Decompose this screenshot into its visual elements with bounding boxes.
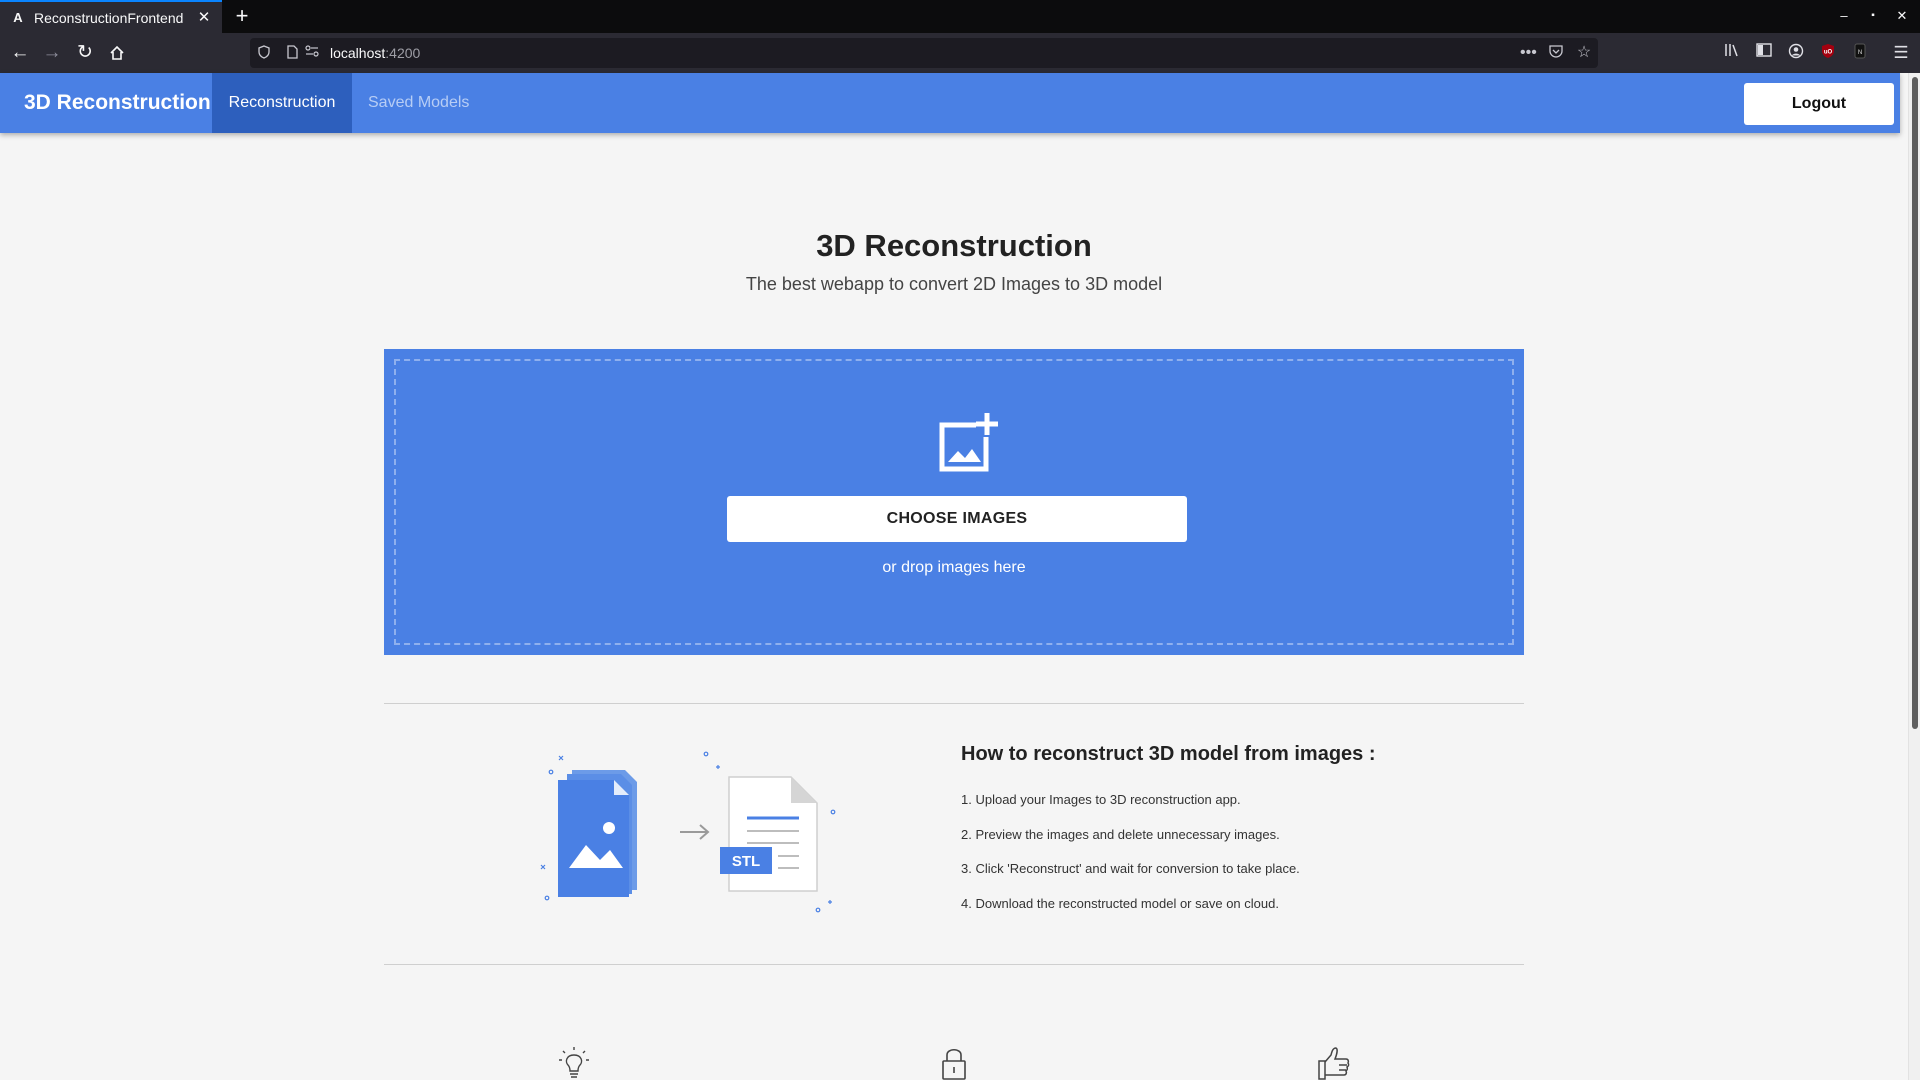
howto-title: How to reconstruct 3D model from images …: [961, 743, 1376, 765]
app-header: 3D Reconstruction Reconstruction Saved M…: [0, 73, 1900, 133]
page-subtitle: The best webapp to convert 2D Images to …: [745, 274, 1163, 294]
page-title: 3D Reconstruction: [816, 228, 1092, 263]
drop-images-hint: or drop images here: [882, 559, 1026, 576]
more-actions-icon[interactable]: •••: [1520, 45, 1537, 61]
menu-icon[interactable]: ☰: [1891, 43, 1911, 63]
section-divider: [384, 703, 1524, 704]
angular-favicon-icon: A: [13, 9, 23, 25]
library-icon[interactable]: [1722, 43, 1742, 63]
nav-saved-models[interactable]: Saved Models: [352, 73, 485, 133]
close-tab-icon[interactable]: ✕: [192, 6, 216, 30]
svg-text:uO: uO: [1824, 50, 1833, 56]
dropzone-border: CHOOSE IMAGES or drop images here: [394, 359, 1514, 645]
howto-step: 2. Preview the images and delete unneces…: [961, 826, 1280, 842]
nav-reconstruction[interactable]: Reconstruction: [212, 73, 352, 133]
url-port: :4200: [385, 45, 421, 61]
bookmark-star-icon[interactable]: ☆: [1576, 45, 1592, 61]
page-scrollbar[interactable]: [1908, 73, 1920, 1080]
browser-tab-bar: A ReconstructionFrontend ✕ + – ▪ ✕: [0, 0, 1920, 33]
page-icon: [284, 45, 300, 61]
extension-icon[interactable]: N: [1850, 43, 1870, 63]
url-text: localhost:4200: [330, 45, 420, 61]
browser-toolbar: ← → ↻ localhost:4200 ••• ☆ uO N ☰: [0, 33, 1920, 73]
permissions-icon[interactable]: [304, 45, 320, 61]
home-icon[interactable]: [103, 39, 131, 67]
sidebar-icon[interactable]: [1754, 43, 1774, 63]
browser-tab[interactable]: A ReconstructionFrontend ✕: [0, 0, 222, 33]
howto-step: 4. Download the reconstructed model or s…: [961, 895, 1279, 911]
scrollbar-thumb[interactable]: [1912, 77, 1918, 729]
account-icon[interactable]: [1786, 43, 1806, 63]
image-dropzone[interactable]: CHOOSE IMAGES or drop images here: [384, 349, 1524, 655]
add-image-icon: [939, 413, 998, 472]
section-divider: [384, 964, 1524, 965]
back-icon[interactable]: ←: [6, 39, 34, 67]
stl-label: STL: [732, 853, 760, 870]
pocket-icon[interactable]: [1548, 45, 1564, 61]
howto-step: 1. Upload your Images to 3D reconstructi…: [961, 792, 1241, 807]
forward-icon[interactable]: →: [38, 39, 66, 67]
shield-icon[interactable]: [256, 45, 272, 61]
howto-steps: 1. Upload your Images to 3D reconstructi…: [961, 792, 1300, 930]
url-host: localhost: [330, 45, 386, 61]
howto-step: 3. Click 'Reconstruct' and wait for conv…: [961, 861, 1300, 876]
images-to-stl-illustration: STL: [540, 751, 836, 913]
close-window-icon[interactable]: ✕: [1893, 7, 1911, 25]
new-tab-icon[interactable]: +: [230, 4, 254, 28]
brand-title[interactable]: 3D Reconstruction: [24, 73, 211, 133]
ublock-extension-icon[interactable]: uO: [1818, 43, 1838, 63]
minimize-window-icon[interactable]: –: [1835, 7, 1853, 25]
maximize-window-icon[interactable]: ▪: [1864, 7, 1882, 25]
reload-icon[interactable]: ↻: [71, 39, 99, 67]
tab-title: ReconstructionFrontend: [34, 9, 184, 26]
svg-text:N: N: [1858, 50, 1862, 56]
choose-images-button[interactable]: CHOOSE IMAGES: [727, 496, 1187, 542]
lightbulb-icon: [559, 1047, 589, 1078]
lock-icon: [942, 1048, 966, 1080]
logout-button[interactable]: Logout: [1744, 83, 1894, 125]
thumbs-up-icon: [1318, 1047, 1350, 1080]
url-bar[interactable]: localhost:4200 ••• ☆: [250, 38, 1598, 68]
